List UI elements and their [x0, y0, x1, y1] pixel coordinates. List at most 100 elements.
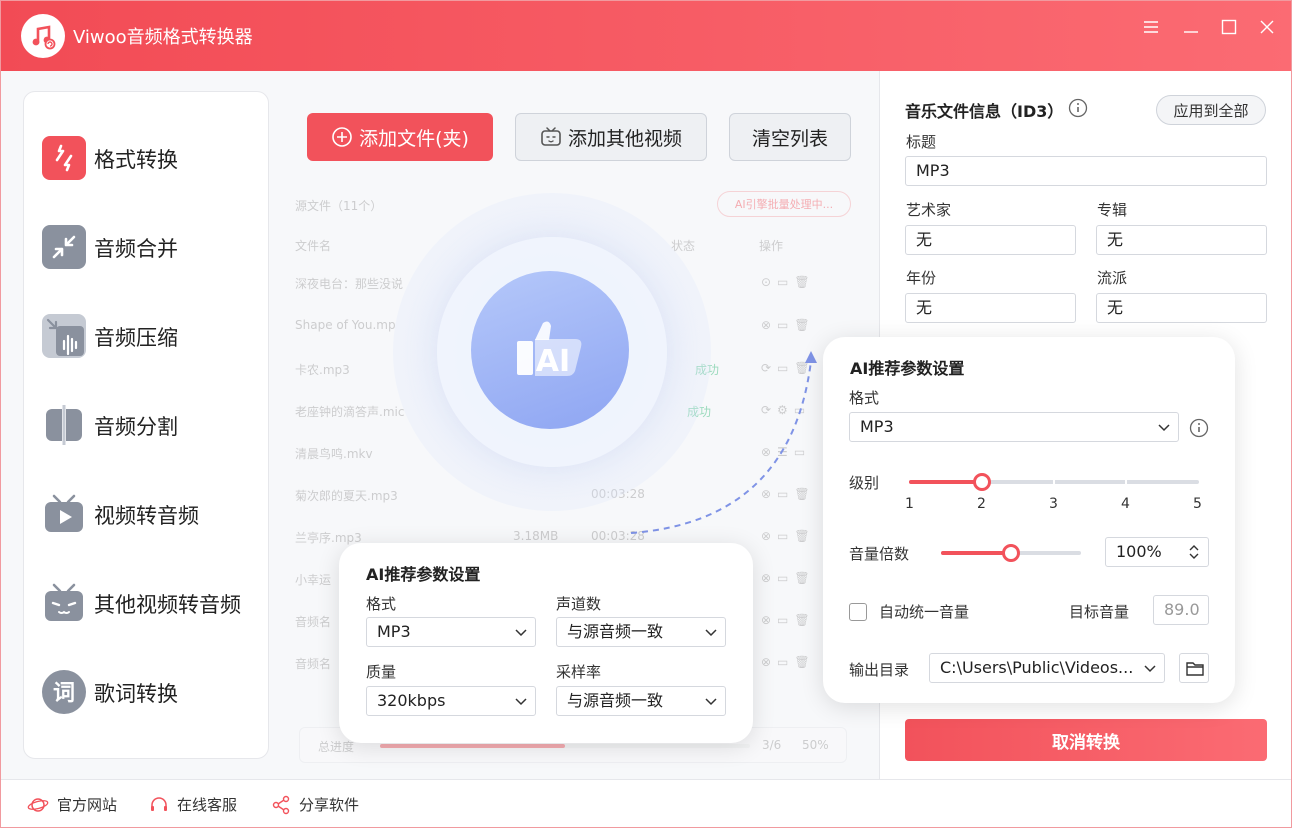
stepper-icon[interactable]	[1188, 543, 1200, 561]
volume-slider[interactable]	[941, 543, 1081, 563]
sidebar-item-lyrics[interactable]: 词 歌词转换	[40, 662, 254, 722]
level-slider[interactable]: 1 2 3 4 5	[905, 472, 1202, 522]
format-label: 格式	[849, 389, 880, 407]
sidebar-item-label: 格式转换	[94, 148, 178, 172]
svg-text:词: 词	[53, 681, 75, 706]
file-name: 卡农.mp3	[295, 363, 350, 377]
tick-label: 3	[1049, 496, 1058, 512]
clear-list-label: 清空列表	[751, 127, 828, 150]
minimize-icon[interactable]	[1179, 15, 1203, 39]
share-link[interactable]: 分享软件	[271, 794, 359, 815]
add-files-label: 添加文件(夹)	[359, 127, 469, 150]
sidebar-item-label: 歌词转换	[94, 682, 178, 706]
sidebar-item-format-convert[interactable]: 格式转换	[40, 128, 254, 188]
sidebar-item-label: 音频合并	[94, 237, 178, 261]
row-actions-icon[interactable]: ⊗▭🗑	[761, 318, 816, 332]
add-files-button[interactable]: 添加文件(夹)	[307, 113, 493, 161]
file-name: 深夜电台：那些没说	[295, 277, 404, 291]
file-name: 兰亭序.mp3	[295, 531, 362, 545]
browse-folder-button[interactable]	[1179, 653, 1209, 683]
planet-icon	[27, 797, 49, 812]
quality-label: 质量	[366, 663, 397, 681]
chevron-down-icon	[515, 698, 527, 706]
support-link[interactable]: 在线客服	[149, 794, 237, 815]
volume-label: 音量倍数	[849, 545, 910, 563]
channels-select[interactable]: 与源音频一致	[556, 617, 726, 647]
title-input[interactable]: MP3	[905, 156, 1267, 186]
website-label: 官方网站	[57, 796, 118, 814]
year-input[interactable]: 无	[905, 293, 1076, 323]
artist-input[interactable]: 无	[905, 225, 1076, 255]
volume-fill	[941, 551, 1011, 555]
connector-arrow	[630, 351, 817, 534]
tick-label: 1	[905, 496, 914, 512]
output-label: 输出目录	[849, 661, 910, 679]
merge-icon	[42, 225, 86, 269]
output-dir-select[interactable]: C:\Users\Public\Videos...	[929, 653, 1165, 683]
sidebar-item-compress[interactable]: 音频压缩	[40, 306, 254, 366]
channels-value: 与源音频一致	[567, 622, 664, 641]
close-icon[interactable]	[1255, 15, 1279, 39]
row-actions-icon[interactable]: ⊗▭🗑	[761, 613, 816, 627]
sidebar-item-split[interactable]: 音频分割	[40, 395, 254, 455]
artist-label: 艺术家	[906, 201, 952, 219]
ai-thumb-icon: AI	[471, 271, 629, 429]
row-actions-icon[interactable]: ⊗▭🗑	[761, 655, 816, 669]
samplerate-select[interactable]: 与源音频一致	[556, 686, 726, 716]
auto-volume-label: 自动统一音量	[879, 603, 970, 621]
title-label: 标题	[906, 133, 937, 151]
quality-select[interactable]: 320kbps	[366, 686, 536, 716]
sidebar-item-label: 其他视频转音频	[94, 593, 241, 617]
clear-list-button[interactable]: 清空列表	[729, 113, 851, 161]
format-select[interactable]: MP3	[849, 412, 1179, 442]
info-icon[interactable]	[1189, 418, 1209, 438]
auto-volume-checkbox[interactable]	[849, 603, 867, 621]
menu-icon[interactable]	[1139, 15, 1163, 39]
progress-percent: 50%	[802, 738, 829, 752]
app-title: Viwoo音频格式转换器	[73, 27, 253, 48]
album-input[interactable]: 无	[1096, 225, 1267, 255]
chevron-down-icon	[705, 629, 717, 637]
add-other-video-button[interactable]: 添加其他视频	[515, 113, 707, 161]
website-link[interactable]: 官方网站	[27, 794, 117, 815]
format-value: MP3	[377, 622, 411, 641]
target-volume-input[interactable]: 89.0	[1153, 595, 1209, 625]
sidebar-item-video-to-audio[interactable]: 视频转音频	[40, 484, 254, 544]
progress-label: 总进度	[318, 740, 355, 754]
file-name: Shape of You.mp	[295, 318, 396, 332]
share-label: 分享软件	[299, 796, 360, 814]
video-to-audio-icon	[42, 492, 86, 536]
compress-icon	[42, 314, 86, 358]
cancel-convert-button[interactable]: 取消转换	[905, 719, 1267, 761]
row-actions-icon[interactable]: ⊙▭🗑	[761, 275, 816, 289]
sidebar-item-merge[interactable]: 音频合并	[40, 217, 254, 277]
plus-circle-icon	[332, 127, 352, 147]
sidebar-item-label: 音频分割	[94, 415, 178, 439]
file-name: 小幸运	[295, 573, 332, 587]
progress-track	[380, 744, 750, 748]
format-select[interactable]: MP3	[366, 617, 536, 647]
chevron-down-icon	[1158, 424, 1170, 432]
file-name: 音频名	[295, 657, 332, 671]
volume-knob[interactable]	[1002, 544, 1020, 562]
format-value: MP3	[860, 417, 894, 436]
share-icon	[272, 795, 290, 814]
level-knob[interactable]	[972, 473, 991, 491]
volume-stepper[interactable]: 100%	[1105, 537, 1209, 567]
footer: 官方网站 在线客服 分享软件	[1, 779, 1291, 827]
row-actions-icon[interactable]: ⊗▭🗑	[761, 571, 816, 585]
info-icon[interactable]	[1068, 98, 1088, 118]
support-label: 在线客服	[177, 796, 238, 814]
sidebar-item-other-video[interactable]: 其他视频转音频	[40, 573, 254, 633]
genre-input[interactable]: 无	[1096, 293, 1267, 323]
tick-mark	[1125, 480, 1127, 484]
file-name: 菊次郎的夏天.mp3	[295, 489, 398, 503]
headset-icon	[151, 796, 167, 811]
ai-settings-popup-bottom: AI推荐参数设置 格式 MP3 声道数 与源音频一致 质量 320kbps 采样…	[339, 543, 753, 743]
popup-title: AI推荐参数设置	[366, 565, 481, 584]
level-fill	[909, 480, 982, 484]
maximize-icon[interactable]	[1217, 15, 1241, 39]
apply-all-button[interactable]: 应用到全部	[1156, 95, 1266, 125]
sidebar-item-label: 视频转音频	[94, 504, 199, 528]
app-window: Viwoo音频格式转换器 格式转换 音频合并 音频压缩 音频分割 视频转音频 其…	[0, 0, 1292, 828]
